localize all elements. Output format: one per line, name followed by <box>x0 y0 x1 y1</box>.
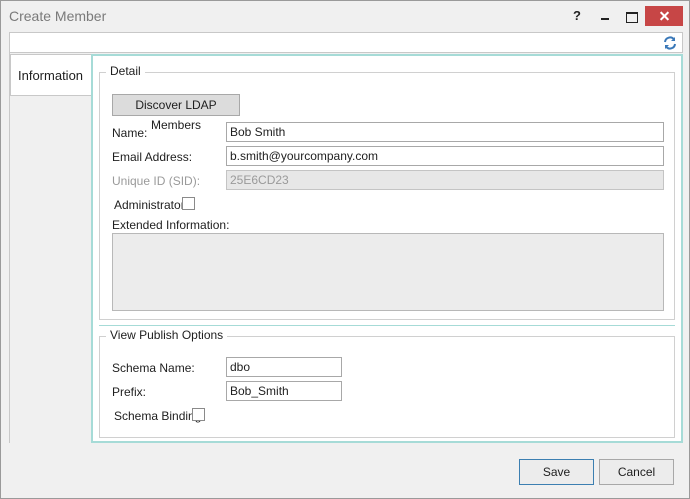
section-divider <box>99 325 675 326</box>
information-panel: Detail Discover LDAP Members Name: Bob S… <box>91 54 683 443</box>
help-button[interactable]: ? <box>569 6 585 26</box>
view-publish-group: View Publish Options Schema Name: dbo Pr… <box>99 328 675 438</box>
tab-information[interactable]: Information <box>10 54 93 96</box>
schema-binding-label: Schema Binding <box>114 409 202 423</box>
detail-group: Detail Discover LDAP Members Name: Bob S… <box>99 64 675 320</box>
view-publish-legend: View Publish Options <box>106 328 228 342</box>
extended-info-textarea[interactable] <box>112 233 664 311</box>
sid-label: Unique ID (SID): <box>112 174 201 188</box>
sid-field: 25E6CD23 <box>226 170 664 190</box>
name-field[interactable]: Bob Smith <box>226 122 664 142</box>
email-field[interactable]: b.smith@yourcompany.com <box>226 146 664 166</box>
schema-name-field[interactable]: dbo <box>226 357 342 377</box>
administrator-label: Administrator <box>114 198 185 212</box>
maximize-button[interactable] <box>623 6 639 26</box>
tab-strip: Information <box>9 53 93 443</box>
minimize-button[interactable] <box>597 6 613 26</box>
schema-binding-checkbox[interactable] <box>192 408 205 421</box>
window-title: Create Member <box>9 8 107 24</box>
prefix-field[interactable]: Bob_Smith <box>226 381 342 401</box>
schema-name-label: Schema Name: <box>112 361 195 375</box>
prefix-label: Prefix: <box>112 385 147 399</box>
close-button[interactable] <box>645 6 683 26</box>
create-member-dialog: Create Member ? Information Detail Disco… <box>0 0 690 499</box>
administrator-checkbox[interactable] <box>182 197 195 210</box>
name-label: Name: <box>112 126 148 140</box>
discover-ldap-button[interactable]: Discover LDAP Members <box>112 94 240 132</box>
email-label: Email Address: <box>112 150 193 164</box>
detail-legend: Detail <box>106 64 145 78</box>
title-bar[interactable]: Create Member ? <box>1 1 689 31</box>
refresh-icon[interactable] <box>662 35 678 51</box>
toolbar <box>9 32 683 53</box>
cancel-button[interactable]: Cancel <box>599 459 674 485</box>
save-button[interactable]: Save <box>519 459 594 485</box>
extended-info-label: Extended Information: <box>112 218 230 232</box>
